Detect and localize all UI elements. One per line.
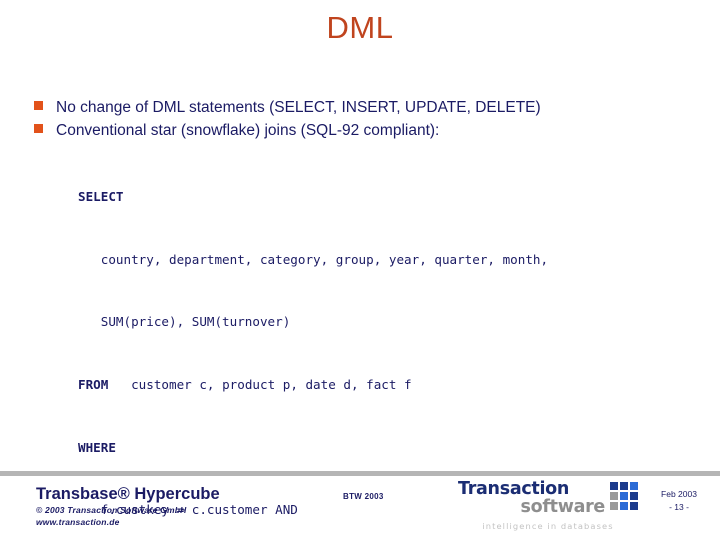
logo-dot xyxy=(610,502,618,510)
sql-text: SUM(price), SUM(turnover) xyxy=(78,314,291,330)
list-item: Conventional star (snowflake) joins (SQL… xyxy=(34,120,694,141)
brand-block: Transbase® Hypercube © 2003 Transaction … xyxy=(36,484,220,528)
square-bullet-icon xyxy=(34,101,43,110)
logo-dot xyxy=(610,492,618,500)
square-bullet-icon xyxy=(34,124,43,133)
slide-page-number: - 13 - xyxy=(669,502,689,512)
logo-word-software: software xyxy=(520,497,606,517)
website-url[interactable]: www.transaction.de xyxy=(36,516,220,528)
logo-dot xyxy=(620,492,628,500)
code-line: country, department, category, group, ye… xyxy=(78,250,678,271)
sql-text: country, department, category, group, ye… xyxy=(78,251,549,267)
logo-dot xyxy=(630,502,638,510)
code-line: WHERE xyxy=(78,438,678,459)
list-item: No change of DML statements (SELECT, INS… xyxy=(34,97,694,118)
slide-canvas: DML No change of DML statements (SELECT,… xyxy=(0,0,720,540)
logo-tagline: intelligence in databases xyxy=(482,521,614,531)
page-title: DML xyxy=(326,10,394,45)
logo-lockup: Transaction software xyxy=(458,480,638,516)
slide-date: Feb 2003 xyxy=(661,489,697,499)
bullet-list: No change of DML statements (SELECT, INS… xyxy=(34,97,694,143)
slide-meta: Feb 2003 - 13 - xyxy=(644,488,714,514)
sql-keyword: SELECT xyxy=(78,188,124,204)
code-line: FROM customer c, product p, date d, fact… xyxy=(78,375,678,396)
logo-dot xyxy=(630,482,638,490)
sql-keyword: WHERE xyxy=(78,439,116,455)
transaction-software-logo: Transaction software intelligence in dat… xyxy=(458,480,638,532)
logo-word-transaction: Transaction xyxy=(458,479,570,499)
code-line: SELECT xyxy=(78,187,678,208)
logo-dot xyxy=(620,502,628,510)
copyright-text: © 2003 Transaction Software GmbH xyxy=(36,505,187,515)
logo-dot xyxy=(610,482,618,490)
sql-text: customer c, product p, date d, fact f xyxy=(108,376,412,392)
logo-wordmark: Transaction software xyxy=(458,480,605,516)
sql-keyword: FROM xyxy=(78,376,109,392)
code-line: SUM(price), SUM(turnover) xyxy=(78,312,678,333)
list-item-label: No change of DML statements (SELECT, INS… xyxy=(56,99,541,116)
conference-tag: BTW 2003 xyxy=(343,492,384,501)
slide-footer: Transbase® Hypercube © 2003 Transaction … xyxy=(0,476,720,540)
logo-dot xyxy=(630,492,638,500)
list-item-label: Conventional star (snowflake) joins (SQL… xyxy=(56,122,440,139)
logo-dot xyxy=(620,482,628,490)
logo-dot-grid-icon xyxy=(610,482,638,510)
brand-title: Transbase® Hypercube xyxy=(36,485,220,503)
